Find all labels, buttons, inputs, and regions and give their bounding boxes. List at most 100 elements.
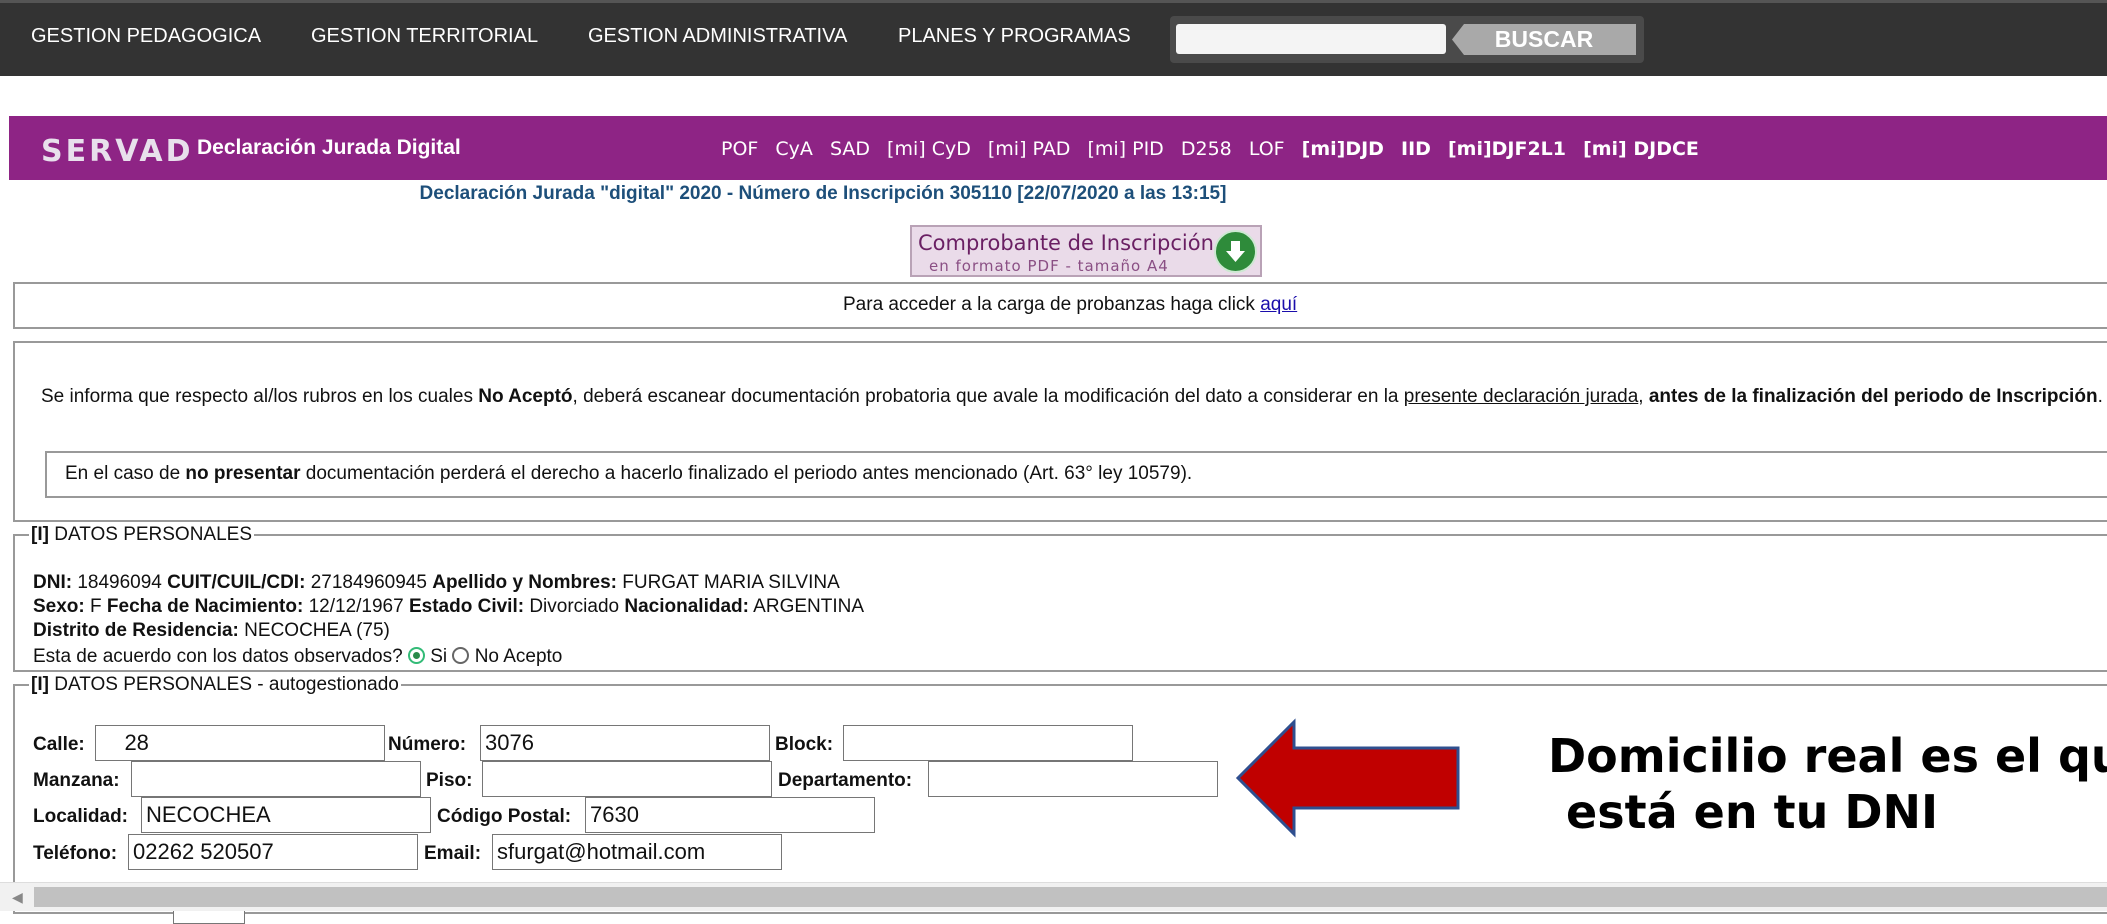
- left-arrow-annotation: [1235, 718, 1460, 838]
- notice-declaracion-link: presente declaración jurada: [1403, 386, 1639, 407]
- legend-text: DATOS PERSONALES: [48, 524, 253, 545]
- nav-planes-y-programas[interactable]: PLANES Y PROGRAMAS: [898, 25, 1131, 48]
- personal-data-section: [I] DATOS PERSONALES DNI: 18496094 CUIT/…: [13, 524, 2107, 672]
- departamento-input[interactable]: [928, 761, 1218, 797]
- calle-input[interactable]: [95, 725, 385, 761]
- radio-si[interactable]: [407, 647, 425, 664]
- link-sad[interactable]: SAD: [830, 138, 870, 160]
- nav-gestion-administrativa[interactable]: GESTION ADMINISTRATIVA: [588, 25, 847, 48]
- search-bar: BUSCAR: [1170, 16, 1644, 63]
- probanzas-box: Para acceder a la carga de probanzas hag…: [13, 282, 2107, 329]
- notice-no-acepto: No Aceptó: [478, 386, 573, 407]
- name-value: FURGAT MARIA SILVINA: [616, 572, 840, 593]
- notice-part: , deberá escanear documentación probator…: [572, 386, 1404, 407]
- email-input[interactable]: [492, 834, 782, 870]
- personal-line-1: DNI: 18496094 CUIT/CUIL/CDI: 27184960945…: [33, 572, 840, 594]
- dni-label: DNI:: [33, 572, 73, 593]
- name-label: Apellido y Nombres:: [432, 572, 617, 593]
- link-mi-cyd[interactable]: [mi] CyD: [887, 138, 971, 160]
- notice-warning-box: En el caso de no presentar documentación…: [45, 451, 2107, 498]
- numero-label: Número:: [388, 734, 467, 755]
- notice-part: .: [2097, 386, 2103, 407]
- nationality-value: ARGENTINA: [748, 596, 865, 617]
- pdf-receipt-button[interactable]: Comprobante de Inscripción en formato PD…: [910, 225, 1262, 277]
- link-cya[interactable]: CyA: [775, 138, 813, 160]
- radio-no-acepto[interactable]: [452, 647, 470, 664]
- annotation-line-2: está en tu DNI: [1566, 785, 1939, 839]
- manzana-input[interactable]: [131, 761, 421, 797]
- link-mi-pid[interactable]: [mi] PID: [1087, 138, 1163, 160]
- download-icon: [1214, 230, 1257, 273]
- probanzas-text: Para acceder a la carga de probanzas hag…: [843, 294, 1297, 316]
- link-pof[interactable]: POF: [721, 138, 758, 160]
- localidad-label: Localidad:: [33, 806, 129, 827]
- codigo-postal-input[interactable]: [585, 797, 875, 833]
- notice-deadline: antes de la finalización del periodo de …: [1648, 386, 2098, 407]
- telefono-input[interactable]: [128, 834, 418, 870]
- calle-label: Calle:: [33, 734, 85, 755]
- personal-line-3: Distrito de Residencia: NECOCHEA (75): [33, 620, 390, 642]
- annotation-line-1: Domicilio real es el qu: [1548, 729, 2107, 783]
- servad-logo[interactable]: SERVAD: [41, 134, 194, 169]
- notice-text: Se informa que respecto al/los rubros en…: [41, 385, 2107, 409]
- numero-input[interactable]: [480, 725, 770, 761]
- agreement-question: Esta de acuerdo con los datos observados…: [33, 646, 562, 668]
- search-button[interactable]: BUSCAR: [1452, 24, 1636, 55]
- header-banner: SERVAD Declaración Jurada Digital POF Cy…: [9, 116, 2107, 180]
- legend-tag: [I]: [31, 524, 49, 545]
- link-mi-djdce[interactable]: [mi] DJDCE: [1583, 138, 1699, 160]
- district-value: NECOCHEA (75): [238, 620, 390, 641]
- civil-label: Estado Civil:: [408, 596, 525, 617]
- sexo-value: F: [84, 596, 107, 617]
- notice-box: Se informa que respecto al/los rubros en…: [13, 341, 2107, 522]
- top-nav: GESTION PEDAGOGICA GESTION TERRITORIAL G…: [0, 0, 2107, 76]
- probanzas-label: Para acceder a la carga de probanzas hag…: [843, 294, 1261, 315]
- link-d258[interactable]: D258: [1181, 138, 1232, 160]
- email-label: Email:: [424, 843, 482, 864]
- link-mi-pad[interactable]: [mi] PAD: [988, 138, 1071, 160]
- codigo-postal-label: Código Postal:: [437, 806, 572, 827]
- address-annotation: Domicilio real es el qu está en tu DNI: [1548, 728, 2107, 840]
- legend-tag: [I]: [31, 674, 49, 695]
- link-mi-djf2l1[interactable]: [mi]DJF2L1: [1448, 138, 1566, 160]
- radio-si-label: Si: [424, 646, 453, 667]
- radio-no-acepto-label: No Acepto: [469, 646, 563, 667]
- telefono-label: Teléfono:: [33, 843, 118, 864]
- scrollbar-thumb[interactable]: [34, 887, 2107, 907]
- search-input[interactable]: [1176, 24, 1446, 54]
- notice-part: Se informa que respecto al/los rubros en…: [41, 386, 479, 407]
- notice-part: ,: [1638, 386, 1649, 407]
- pdf-button-subtitle: en formato PDF - tamaño A4: [929, 257, 1169, 275]
- cuit-value: 27184960945: [305, 572, 433, 593]
- legend-text: DATOS PERSONALES - autogestionado: [48, 674, 399, 695]
- pdf-button-title: Comprobante de Inscripción: [918, 231, 1214, 255]
- page-title: Declaración Jurada Digital: [197, 136, 461, 159]
- civil-value: Divorciado: [524, 596, 625, 617]
- link-iid[interactable]: IID: [1401, 138, 1431, 160]
- birthdate-value: 12/12/1967: [303, 596, 409, 617]
- agreement-question-text: Esta de acuerdo con los datos observados…: [33, 646, 408, 667]
- block-input[interactable]: [843, 725, 1133, 761]
- localidad-input[interactable]: [141, 797, 431, 833]
- scroll-left-icon[interactable]: ◀: [12, 889, 23, 906]
- district-label: Distrito de Residencia:: [33, 620, 239, 641]
- personal-data-legend: [I] DATOS PERSONALES: [29, 524, 254, 546]
- cuit-label: CUIT/CUIL/CDI:: [167, 572, 306, 593]
- probanzas-link[interactable]: aquí: [1260, 294, 1297, 315]
- dni-value: 18496094: [72, 572, 168, 593]
- header-links: POF CyA SAD [mi] CyD [mi] PAD [mi] PID D…: [721, 138, 1710, 160]
- address-legend: [I] DATOS PERSONALES - autogestionado: [29, 674, 401, 696]
- nav-gestion-pedagogica[interactable]: GESTION PEDAGOGICA: [31, 25, 261, 48]
- nav-gestion-territorial[interactable]: GESTION TERRITORIAL: [311, 25, 538, 48]
- departamento-label: Departamento:: [778, 770, 913, 791]
- piso-input[interactable]: [482, 761, 772, 797]
- nationality-label: Nacionalidad:: [624, 596, 749, 617]
- horizontal-scrollbar[interactable]: ◀: [0, 882, 2107, 911]
- warning-part: En el caso de: [65, 463, 186, 484]
- inscription-subtitle: Declaración Jurada "digital" 2020 - Núme…: [419, 183, 1227, 204]
- warning-no-presentar: no presentar: [185, 463, 301, 484]
- sexo-label: Sexo:: [33, 596, 85, 617]
- notice-warning-text: En el caso de no presentar documentación…: [65, 463, 1192, 485]
- link-mi-djd[interactable]: [mi]DJD: [1302, 138, 1384, 160]
- link-lof[interactable]: LOF: [1249, 138, 1285, 160]
